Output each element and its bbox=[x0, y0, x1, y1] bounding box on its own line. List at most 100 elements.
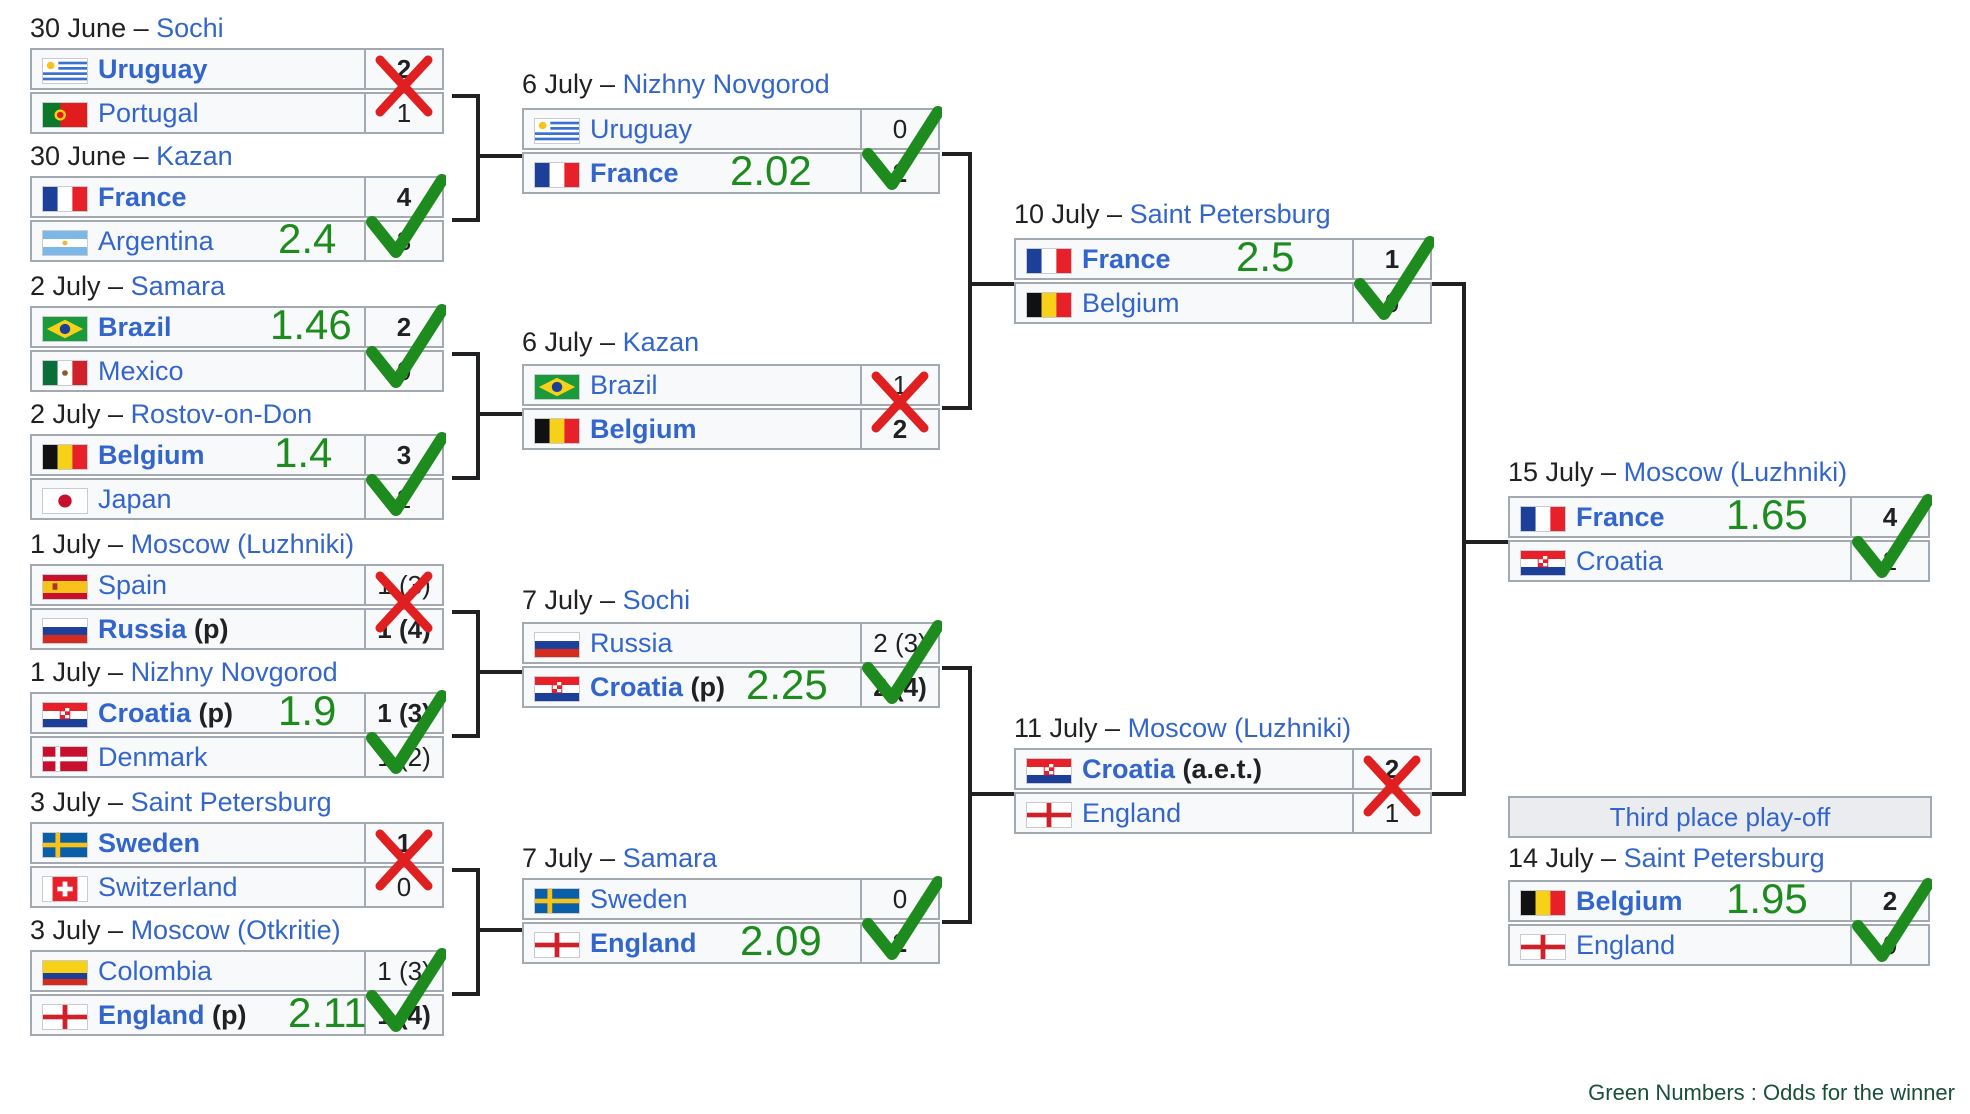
venue-link[interactable]: Saint Petersburg bbox=[1624, 843, 1825, 873]
venue-link[interactable]: Saint Petersburg bbox=[131, 787, 332, 817]
check-icon bbox=[862, 620, 944, 715]
venue-link[interactable]: Saint Petersburg bbox=[1130, 199, 1331, 229]
venue-link[interactable]: Kazan bbox=[156, 141, 233, 171]
croatia-flag-icon bbox=[534, 676, 580, 702]
match-date-sf_1: 10 July – Saint Petersburg bbox=[1014, 198, 1331, 230]
winner-odds: 1.46 bbox=[270, 301, 352, 348]
date-text: 6 July – bbox=[522, 327, 623, 357]
cross-icon bbox=[1362, 754, 1422, 823]
team-name[interactable]: Mexico bbox=[98, 352, 184, 390]
connector bbox=[476, 412, 524, 416]
team-name-text: Croatia bbox=[1082, 754, 1176, 784]
team-name-text: England bbox=[590, 928, 697, 958]
denmark-flag-icon bbox=[42, 746, 88, 772]
france-flag-icon bbox=[534, 162, 580, 188]
belgium-flag-icon bbox=[1520, 890, 1566, 916]
team-name[interactable]: Portugal bbox=[98, 94, 199, 132]
check-icon bbox=[862, 106, 944, 201]
check-icon bbox=[366, 432, 448, 527]
venue-link[interactable]: Samara bbox=[131, 271, 226, 301]
croatia-flag-icon bbox=[42, 702, 88, 728]
winner-odds: 2.11 bbox=[288, 989, 367, 1036]
match-date-r16_7: 3 July – Saint Petersburg bbox=[30, 786, 332, 818]
team-name[interactable]: Brazil bbox=[590, 366, 658, 404]
team-row: England bbox=[1508, 924, 1852, 966]
check-icon bbox=[862, 876, 944, 971]
team-name[interactable]: Colombia bbox=[98, 952, 212, 990]
match-date-third: 14 July – Saint Petersburg bbox=[1508, 842, 1825, 874]
team-name[interactable]: Croatia bbox=[1576, 542, 1663, 580]
match-date-final: 15 July – Moscow (Luzhniki) bbox=[1508, 456, 1847, 488]
team-name[interactable]: France bbox=[1576, 498, 1665, 536]
team-name[interactable]: Belgium bbox=[1082, 284, 1180, 322]
team-name[interactable]: Denmark bbox=[98, 738, 208, 776]
date-text: 14 July – bbox=[1508, 843, 1624, 873]
team-name[interactable]: Spain bbox=[98, 566, 167, 604]
team-name-text: Argentina bbox=[98, 226, 214, 256]
team-name-text: Sweden bbox=[98, 828, 201, 858]
check-icon bbox=[366, 174, 448, 269]
team-name[interactable]: France bbox=[1082, 240, 1171, 278]
team-name[interactable]: Russia (p) bbox=[98, 610, 229, 648]
winner-odds: 1.95 bbox=[1726, 875, 1808, 922]
venue-link[interactable]: Moscow (Otkritie) bbox=[131, 915, 341, 945]
winner-odds: 2.25 bbox=[746, 661, 828, 708]
team-name[interactable]: France bbox=[590, 154, 679, 192]
date-text: 3 July – bbox=[30, 915, 131, 945]
team-name[interactable]: Belgium bbox=[590, 410, 697, 448]
team-name-text: Colombia bbox=[98, 956, 213, 986]
team-name-text: Portugal bbox=[98, 98, 199, 128]
winner-odds: 1.9 bbox=[278, 687, 337, 734]
venue-link[interactable]: Moscow (Luzhniki) bbox=[1128, 713, 1352, 743]
venue-link[interactable]: Nizhny Novgorod bbox=[623, 69, 830, 99]
team-name[interactable]: Belgium bbox=[1576, 882, 1683, 920]
cross-icon bbox=[374, 570, 434, 639]
match-date-qf_1: 6 July – Nizhny Novgorod bbox=[522, 68, 830, 100]
team-name[interactable]: England bbox=[1576, 926, 1675, 964]
cross-icon bbox=[374, 54, 434, 123]
venue-link[interactable]: Sochi bbox=[156, 13, 224, 43]
team-name-text: France bbox=[98, 182, 187, 212]
winner-odds: 2.02 bbox=[730, 147, 812, 194]
venue-link[interactable]: Nizhny Novgorod bbox=[131, 657, 338, 687]
match-date-r16_5: 1 July – Moscow (Luzhniki) bbox=[30, 528, 354, 560]
team-name[interactable]: Sweden bbox=[98, 824, 200, 862]
team-name[interactable]: Russia bbox=[590, 624, 673, 662]
venue-link[interactable]: Moscow (Luzhniki) bbox=[131, 529, 355, 559]
team-name[interactable]: Japan bbox=[98, 480, 172, 518]
date-text: 6 July – bbox=[522, 69, 623, 99]
venue-link[interactable]: Moscow (Luzhniki) bbox=[1624, 457, 1848, 487]
portugal-flag-icon bbox=[42, 102, 88, 128]
team-name[interactable]: England (p) bbox=[98, 996, 246, 1034]
check-icon bbox=[366, 690, 448, 785]
team-name[interactable]: Belgium bbox=[98, 436, 205, 474]
venue-link[interactable]: Sochi bbox=[623, 585, 691, 615]
match-date-sf_2: 11 July – Moscow (Luzhniki) bbox=[1014, 712, 1351, 744]
team-name-text: France bbox=[1082, 244, 1171, 274]
team-name-text: Russia bbox=[590, 628, 673, 658]
team-name[interactable]: Croatia (p) bbox=[98, 694, 233, 732]
team-name[interactable]: Sweden bbox=[590, 880, 688, 918]
team-name[interactable]: Switzerland bbox=[98, 868, 238, 906]
team-name[interactable]: Uruguay bbox=[590, 110, 692, 148]
connector bbox=[476, 868, 480, 996]
team-name[interactable]: France bbox=[98, 178, 187, 216]
date-text: 2 July – bbox=[30, 399, 131, 429]
venue-link[interactable]: Kazan bbox=[623, 327, 700, 357]
team-name[interactable]: Croatia (a.e.t.) bbox=[1082, 750, 1262, 788]
date-text: 3 July – bbox=[30, 787, 131, 817]
team-name[interactable]: Argentina bbox=[98, 222, 214, 260]
venue-link[interactable]: Samara bbox=[623, 843, 718, 873]
team-name-text: England bbox=[1082, 798, 1182, 828]
team-name[interactable]: England bbox=[1082, 794, 1181, 832]
team-name-text: England bbox=[98, 1000, 205, 1030]
team-name-text: Japan bbox=[98, 484, 172, 514]
team-name[interactable]: England bbox=[590, 924, 697, 962]
team-name[interactable]: Croatia (p) bbox=[590, 668, 725, 706]
team-name[interactable]: Brazil bbox=[98, 308, 172, 346]
venue-link[interactable]: Rostov-on-Don bbox=[131, 399, 313, 429]
team-row: Spain bbox=[30, 564, 366, 606]
belgium-flag-icon bbox=[1026, 292, 1072, 318]
team-row: Uruguay bbox=[30, 48, 366, 90]
team-name[interactable]: Uruguay bbox=[98, 50, 208, 88]
